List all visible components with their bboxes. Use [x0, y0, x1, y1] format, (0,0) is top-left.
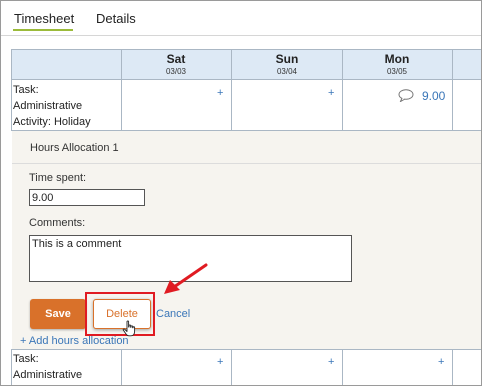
- timesheet-window: Timesheet Details Sat 03/03 Sun 03/04 Mo…: [0, 0, 482, 386]
- task-name: Administrative: [13, 100, 83, 112]
- hand-cursor-icon: [122, 320, 136, 337]
- annotation-arrow-icon: [164, 263, 208, 294]
- panel-divider: [12, 163, 481, 164]
- grid-line: [11, 349, 12, 385]
- grid-line: [452, 349, 453, 385]
- hours-mon[interactable]: 9.00: [422, 89, 445, 103]
- save-button[interactable]: Save: [30, 299, 86, 329]
- task-name: Administrative: [13, 369, 83, 381]
- grid-line: [342, 349, 343, 385]
- day-header-mon: Mon: [384, 52, 410, 66]
- date-header-mon: 03/05: [386, 67, 408, 76]
- grid-line: [11, 49, 481, 50]
- grid-line: [11, 349, 481, 350]
- tab-divider: [1, 35, 481, 36]
- add-hours-allocation-link[interactable]: + Add hours allocation: [20, 335, 129, 347]
- active-tab-indicator: [13, 29, 73, 31]
- allocation-title: Hours Allocation 1: [30, 142, 119, 154]
- table-row-task-info: Task: Administrative Activity: Holiday: [13, 82, 91, 130]
- add-hours-sat[interactable]: +: [217, 87, 223, 99]
- tab-details[interactable]: Details: [96, 11, 136, 26]
- tab-timesheet[interactable]: Timesheet: [14, 11, 74, 26]
- time-spent-label: Time spent:: [29, 172, 87, 184]
- add-hours-sat[interactable]: +: [217, 356, 223, 368]
- grid-line: [231, 49, 232, 131]
- time-spent-input[interactable]: [29, 189, 145, 206]
- add-hours-mon[interactable]: +: [438, 356, 444, 368]
- comment-icon[interactable]: [398, 89, 414, 105]
- day-header-sat: Sat: [166, 52, 186, 66]
- grid-line: [342, 49, 343, 131]
- task-activity: Activity: Holiday: [13, 116, 91, 128]
- grid-line: [231, 349, 232, 385]
- task-label: Task:: [13, 353, 39, 365]
- day-header-sun: Sun: [275, 52, 299, 66]
- task-label: Task:: [13, 84, 39, 96]
- date-header-sun: 03/04: [276, 67, 298, 76]
- grid-line: [121, 349, 122, 385]
- grid-line: [11, 49, 12, 131]
- cancel-link[interactable]: Cancel: [156, 308, 190, 320]
- grid-line: [121, 49, 122, 131]
- grid-line: [452, 49, 453, 131]
- table-row-task-info: Task: Administrative: [13, 351, 82, 383]
- date-header-sat: 03/03: [165, 67, 187, 76]
- comments-label: Comments:: [29, 217, 86, 229]
- grid-line: [11, 79, 481, 80]
- add-hours-sun[interactable]: +: [328, 87, 334, 99]
- add-hours-sun[interactable]: +: [328, 356, 334, 368]
